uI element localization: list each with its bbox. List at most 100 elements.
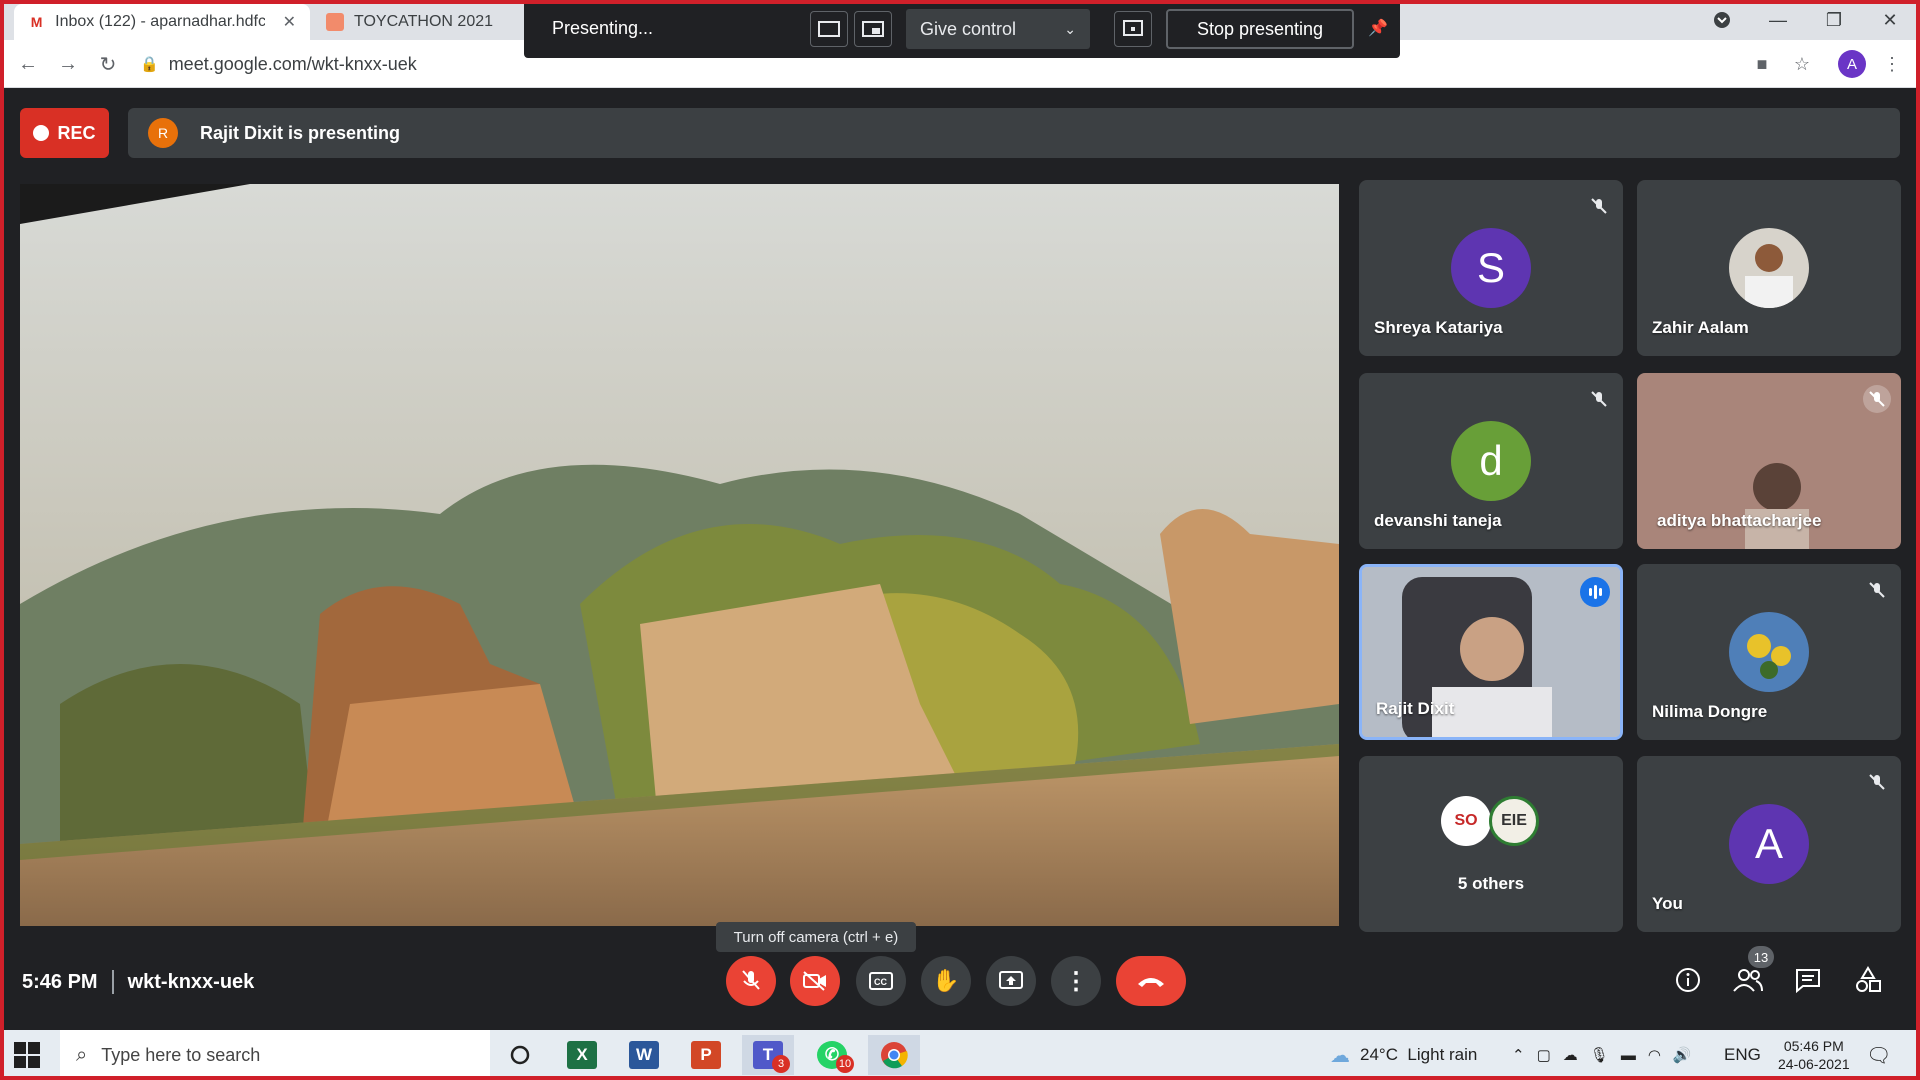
weather-text: 24°C Light rain xyxy=(1360,1045,1478,1064)
presentation-stage xyxy=(20,184,1339,926)
pip-share-icon[interactable] xyxy=(854,11,892,47)
tab-toycathon[interactable]: TOYCATHON 2021 xyxy=(312,4,522,40)
meeting-info: 5:46 PM wkt-knxx-uek xyxy=(22,970,254,994)
rain-cloud-icon: ☁ xyxy=(1330,1044,1350,1067)
participant-tile[interactable]: Nilima Dongre xyxy=(1637,564,1901,740)
toycathon-icon xyxy=(326,13,344,31)
captions-button[interactable]: CC xyxy=(856,956,906,1006)
camera-tooltip: Turn off camera (ctrl + e) xyxy=(716,922,916,952)
word-icon[interactable]: W xyxy=(618,1035,670,1075)
wifi-icon: ◠ xyxy=(1647,1047,1661,1064)
bookmark-star-icon[interactable]: ☆ xyxy=(1786,48,1818,80)
leave-call-button[interactable] xyxy=(1116,956,1186,1006)
back-icon[interactable]: ← xyxy=(14,50,42,78)
fullscreen-share-icon[interactable] xyxy=(810,11,848,47)
give-control-dropdown[interactable]: Give control ⌄ xyxy=(906,9,1090,49)
activities-button[interactable] xyxy=(1848,960,1888,1000)
participant-tile[interactable]: d devanshi taneja xyxy=(1359,373,1623,549)
others-avatar: SO xyxy=(1441,796,1491,846)
mic-off-icon xyxy=(1585,192,1613,220)
info-icon xyxy=(1676,968,1700,992)
tab-search-icon[interactable] xyxy=(1694,0,1750,40)
participant-tile[interactable]: S Shreya Katariya xyxy=(1359,180,1623,356)
presenting-toolbar: Presenting... Give control ⌄ Stop presen… xyxy=(524,0,1400,58)
present-icon xyxy=(999,971,1023,989)
presenting-status: Presenting... xyxy=(552,18,654,38)
language-indicator[interactable]: ENG xyxy=(1724,1030,1761,1080)
volume-icon: 🔊 xyxy=(1672,1047,1692,1064)
battery-icon: ▬ xyxy=(1620,1046,1636,1064)
mic-off-icon xyxy=(1585,385,1613,413)
powerpoint-icon[interactable]: P xyxy=(680,1035,732,1075)
close-tab-icon[interactable]: ✕ xyxy=(283,12,296,32)
chrome-icon[interactable] xyxy=(868,1035,920,1075)
tab-gmail[interactable]: M Inbox (122) - aparnadhar.hdfc@g ✕ xyxy=(14,4,310,40)
present-now-button[interactable] xyxy=(986,956,1036,1006)
others-count: 5 others xyxy=(1457,874,1525,893)
more-options-button[interactable]: ⋮ xyxy=(1051,956,1101,1006)
windows-start-icon[interactable] xyxy=(14,1042,40,1068)
give-control-label: Give control xyxy=(920,18,1017,39)
others-tile[interactable]: SO EIE 5 others xyxy=(1359,756,1623,932)
presenter-avatar: R xyxy=(148,118,178,148)
maximize-icon[interactable]: ❐ xyxy=(1806,0,1862,40)
clock-date: 24-06-2021 xyxy=(1778,1056,1850,1072)
chevron-down-icon: ⌄ xyxy=(1064,20,1076,37)
excel-icon[interactable]: X xyxy=(556,1035,608,1075)
presenter-banner: R Rajit Dixit is presenting xyxy=(128,108,1900,158)
activities-icon xyxy=(1856,966,1881,992)
minimize-icon[interactable]: — xyxy=(1750,0,1806,40)
participant-tile[interactable]: aditya bhattacharjee xyxy=(1637,373,1901,549)
url-text: meet.google.com/wkt-knxx-uek xyxy=(168,53,417,74)
pin-icon[interactable]: 📌 xyxy=(1368,18,1388,38)
mic-toggle-button[interactable] xyxy=(726,956,776,1006)
forward-icon[interactable]: → xyxy=(54,50,82,78)
raise-hand-button[interactable]: ✋ xyxy=(921,956,971,1006)
participant-tile-speaking[interactable]: Rajit Dixit xyxy=(1359,564,1623,740)
camera-toggle-button[interactable] xyxy=(790,956,840,1006)
system-tray[interactable]: ⌃ ▢ ☁ 🎙 ▬ ◠ 🔊 xyxy=(1512,1030,1692,1080)
participant-photo xyxy=(1729,228,1809,308)
tab-label: TOYCATHON 2021 xyxy=(354,13,494,30)
weather-widget[interactable]: ☁ 24°C Light rain xyxy=(1330,1030,1477,1080)
presented-temple-image xyxy=(20,184,1339,926)
record-dot-icon xyxy=(33,125,50,141)
svg-text:CC: CC xyxy=(874,977,887,987)
profile-avatar[interactable]: A xyxy=(1836,48,1868,80)
participant-name: aditya bhattacharjee xyxy=(1657,511,1822,530)
meeting-details-button[interactable] xyxy=(1668,960,1708,1000)
mic-off-icon xyxy=(1863,576,1891,604)
microphone-icon: 🎙 xyxy=(1589,1047,1609,1064)
close-window-icon[interactable]: ✕ xyxy=(1862,0,1918,40)
stop-presenting-button[interactable]: Stop presenting xyxy=(1166,9,1354,49)
notifications-icon[interactable]: 🗨 xyxy=(1866,1030,1891,1080)
others-avatar: EIE xyxy=(1489,796,1539,846)
whatsapp-badge: 10 xyxy=(836,1055,854,1073)
cortana-icon[interactable] xyxy=(494,1035,546,1075)
camera-in-use-icon[interactable]: ■ xyxy=(1746,48,1778,80)
self-tile[interactable]: A You xyxy=(1637,756,1901,932)
self-avatar: A xyxy=(1729,804,1809,884)
participant-avatar: d xyxy=(1451,421,1531,501)
participant-video xyxy=(1745,463,1809,549)
clock[interactable]: 05:46 PM 24-06-2021 xyxy=(1778,1030,1850,1080)
participant-name: Shreya Katariya xyxy=(1374,318,1503,337)
share-audio-icon[interactable] xyxy=(1114,11,1152,47)
chat-button[interactable] xyxy=(1788,960,1828,1000)
recording-indicator[interactable]: REC xyxy=(20,108,109,158)
participant-tile[interactable]: Zahir Aalam xyxy=(1637,180,1901,356)
reload-icon[interactable]: ↻ xyxy=(94,50,122,78)
captions-icon: CC xyxy=(869,972,893,990)
more-vert-icon: ⋮ xyxy=(1064,967,1088,995)
whatsapp-icon[interactable]: ✆ 10 xyxy=(806,1035,858,1075)
hand-icon: ✋ xyxy=(932,968,960,993)
teams-icon[interactable]: T 3 xyxy=(742,1035,794,1075)
meeting-time: 5:46 PM xyxy=(22,970,98,993)
end-call-icon xyxy=(1138,978,1164,987)
chevron-up-icon[interactable]: ⌃ xyxy=(1512,1046,1525,1064)
divider xyxy=(111,970,114,994)
onedrive-icon: ☁ xyxy=(1562,1047,1578,1064)
rec-label: REC xyxy=(57,122,96,143)
browser-menu-icon[interactable]: ⋮ xyxy=(1876,48,1908,80)
taskbar-search[interactable]: ⌕ Type here to search xyxy=(60,1030,490,1080)
